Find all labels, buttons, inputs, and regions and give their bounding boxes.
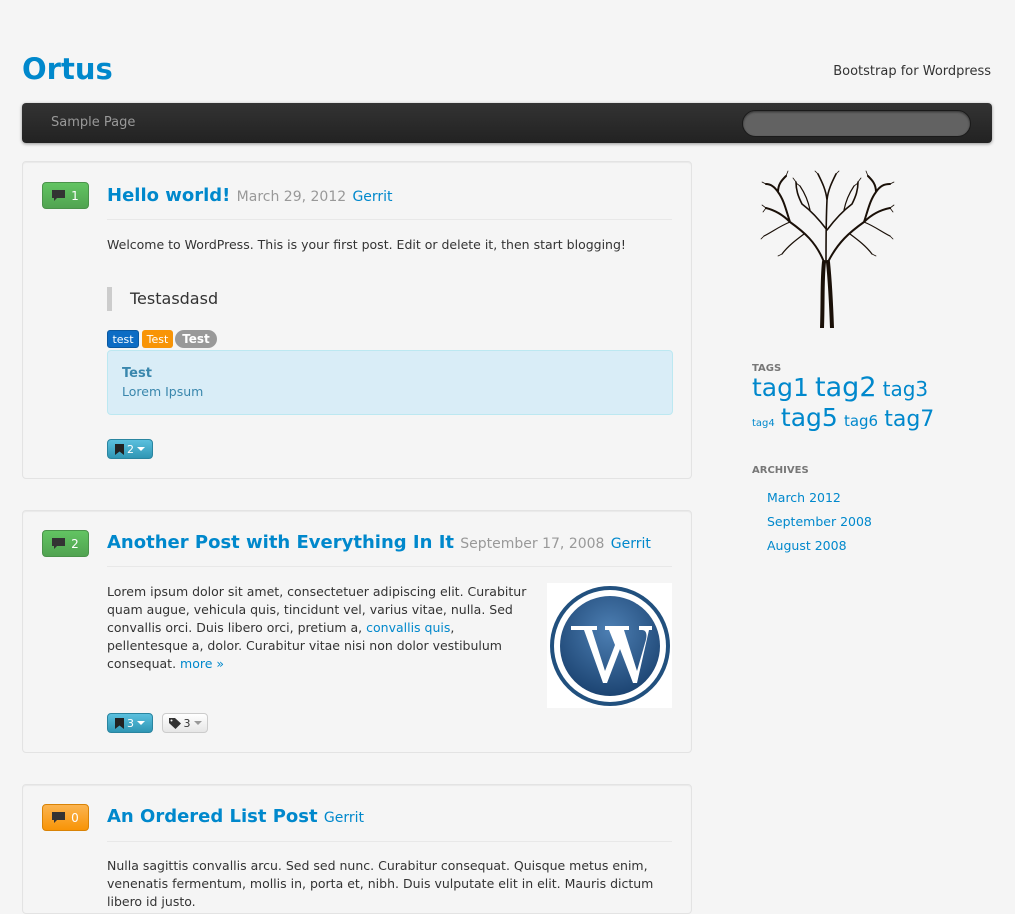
bookmark-dropdown-button[interactable]: 3 [107, 713, 153, 733]
bookmark-dropdown-button[interactable]: 2 [107, 439, 153, 459]
divider [107, 841, 672, 842]
divider [107, 566, 672, 567]
post-hello-world: 1 Hello world! March 29, 2012 Gerrit Wel… [22, 161, 692, 479]
comment-icon [52, 812, 66, 823]
post-title: Another Post with Everything In It Septe… [107, 532, 651, 553]
post-body: Lorem ipsum dolor sit amet, consectetuer… [107, 583, 532, 673]
post-title: Hello world! March 29, 2012 Gerrit [107, 185, 393, 206]
comment-count: 0 [71, 810, 79, 825]
tag-link[interactable]: tag4 [752, 418, 775, 429]
post-title-link[interactable]: An Ordered List Post [107, 806, 318, 827]
wordpress-icon [549, 585, 670, 706]
archive-link[interactable]: September 2008 [767, 514, 872, 529]
tag-link[interactable]: tag1 [752, 373, 809, 402]
search-input[interactable] [742, 110, 971, 137]
chevron-down-icon [193, 721, 202, 725]
alert-text: Lorem Ipsum [122, 384, 204, 399]
archive-item: March 2012 [767, 486, 872, 510]
post-text: Lorem ipsum dolor sit amet, consectetuer… [107, 584, 527, 635]
divider [107, 219, 672, 220]
tag-label-test[interactable]: test [107, 330, 139, 348]
archives-widget-title: ARCHIVES [752, 465, 809, 476]
bookmark-count: 3 [127, 716, 134, 730]
post-title-link[interactable]: Another Post with Everything In It [107, 532, 454, 553]
more-link[interactable]: more » [180, 656, 224, 671]
site-title[interactable]: Ortus [22, 52, 113, 86]
post-ordered-list: 0 An Ordered List Post Gerrit Nulla sagi… [22, 784, 692, 914]
nav-item-sample-page[interactable]: Sample Page [51, 115, 135, 130]
comment-icon [52, 538, 66, 549]
wordpress-logo-image [547, 583, 672, 708]
post-author-link[interactable]: Gerrit [324, 810, 364, 826]
comment-count: 2 [71, 536, 79, 551]
tag-link[interactable]: tag3 [883, 377, 929, 401]
tag-icon [168, 717, 181, 729]
archive-item: September 2008 [767, 510, 872, 534]
archives-list: March 2012 September 2008 August 2008 [767, 486, 872, 558]
post-title-link[interactable]: Hello world! [107, 185, 230, 206]
comment-count: 1 [71, 188, 79, 203]
post-body: Nulla sagittis convallis arcu. Sed sed n… [107, 858, 654, 909]
inline-link[interactable]: convallis quis [366, 620, 450, 635]
archive-item: August 2008 [767, 534, 872, 558]
tree-image [760, 170, 895, 328]
archive-link[interactable]: March 2012 [767, 490, 841, 505]
post-title: An Ordered List Post Gerrit [107, 806, 364, 827]
comment-icon [52, 190, 66, 201]
post-author-link[interactable]: Gerrit [611, 536, 651, 552]
tag-cloud: tag1 tag2 tag3 tag4 tag5 tag6 tag7 [752, 372, 952, 436]
post-date: September 17, 2008 [460, 536, 605, 552]
comment-count-badge[interactable]: 2 [42, 530, 89, 557]
post-author-link[interactable]: Gerrit [352, 189, 392, 205]
navbar: Sample Page [22, 103, 992, 143]
site-description: Bootstrap for Wordpress [833, 64, 991, 79]
post-body: Welcome to WordPress. This is your first… [107, 237, 626, 252]
bookmark-count: 2 [127, 442, 134, 456]
tag-count: 3 [183, 716, 191, 730]
comment-count-badge[interactable]: 0 [42, 804, 89, 831]
bookmark-icon [115, 717, 124, 729]
tag-label-test-orange[interactable]: Test [142, 330, 173, 348]
tag-label-test-grey[interactable]: Test [175, 330, 217, 348]
chevron-down-icon [137, 447, 145, 451]
archive-link[interactable]: August 2008 [767, 538, 847, 553]
blockquote: Testasdasd [107, 287, 218, 311]
alert-title: Test [122, 366, 152, 381]
tags-dropdown-button[interactable]: 3 [162, 713, 208, 733]
info-alert: Test Lorem Ipsum [107, 350, 673, 415]
tag-link[interactable]: tag2 [815, 372, 876, 403]
comment-count-badge[interactable]: 1 [42, 182, 89, 209]
tag-link[interactable]: tag7 [884, 407, 934, 432]
chevron-down-icon [137, 721, 145, 725]
tag-link[interactable]: tag5 [781, 403, 838, 432]
post-everything: 2 Another Post with Everything In It Sep… [22, 510, 692, 753]
tag-link[interactable]: tag6 [844, 412, 878, 430]
post-date: March 29, 2012 [236, 189, 347, 205]
bookmark-icon [115, 443, 124, 455]
